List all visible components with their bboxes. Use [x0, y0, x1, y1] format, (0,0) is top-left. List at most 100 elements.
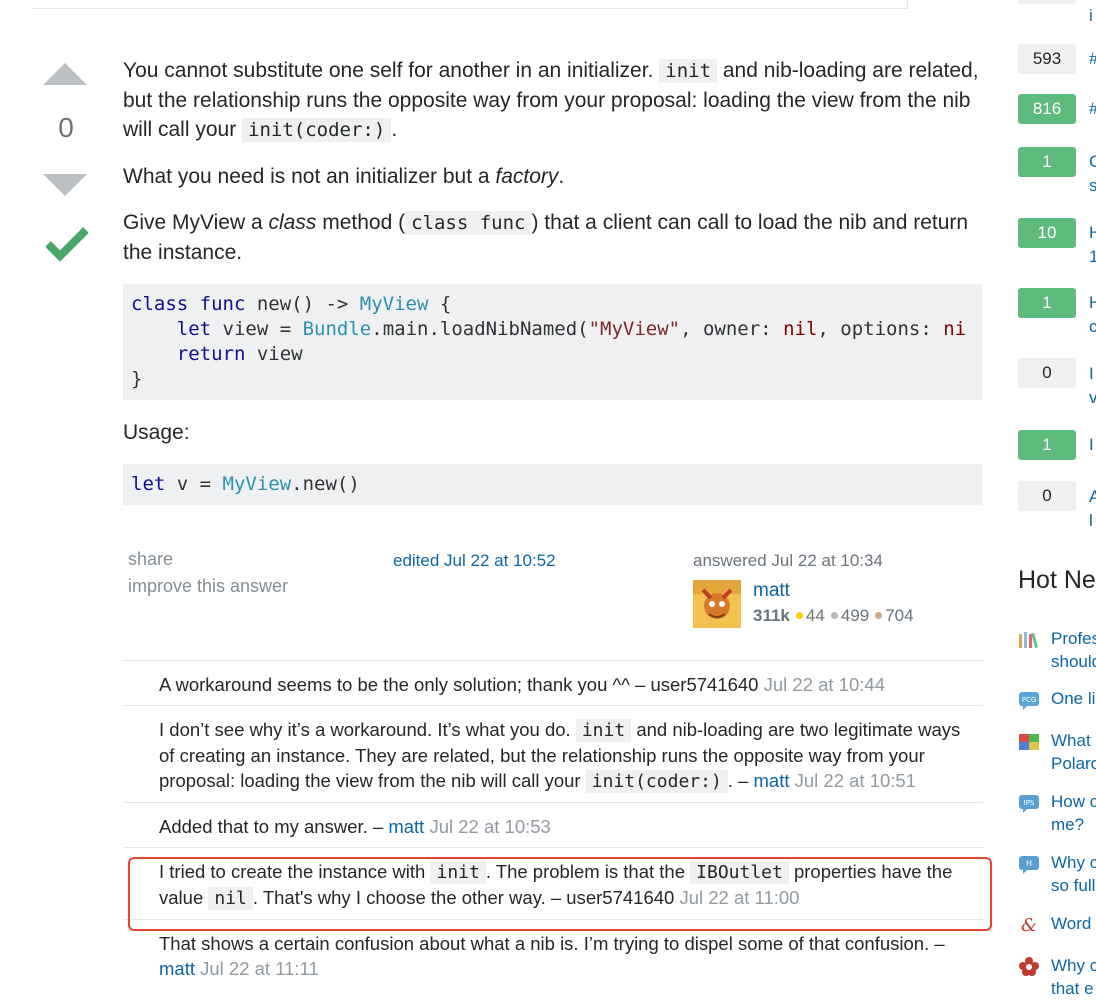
comment-user-link[interactable]: user5741640 — [650, 674, 758, 695]
inline-code: init — [575, 719, 632, 742]
comment-date[interactable]: Jul 22 at 10:53 — [429, 816, 550, 837]
hot-question-link[interactable]: Word — [1051, 912, 1096, 935]
linked-question-link[interactable]: s — [1089, 174, 1096, 198]
linked-question-link[interactable]: H — [1089, 291, 1096, 315]
comment-user-link[interactable]: matt — [388, 816, 424, 837]
comment: A workaround seems to be the only soluti… — [123, 660, 983, 705]
flower-site-icon — [1019, 957, 1039, 976]
code-token: view = — [211, 318, 303, 340]
hot-question-link[interactable]: should — [1051, 650, 1096, 673]
linked-question-link[interactable]: I — [1089, 433, 1096, 457]
text: What you need is not an initializer but … — [123, 165, 490, 188]
code-token: MyView — [222, 473, 292, 495]
answered-timestamp: answered Jul 22 at 10:34 — [693, 551, 883, 570]
linked-score[interactable]: 0 — [1018, 358, 1076, 388]
code-block-usage: let v = MyView.new() — [123, 464, 982, 505]
code-token: ni — [943, 318, 967, 340]
linked-score[interactable]: 0 — [1018, 481, 1076, 511]
answer-body: You cannot substitute one self for anoth… — [123, 56, 983, 523]
user-reputation: 311k 44 499 704 — [753, 606, 914, 626]
post-menu: share improve this answer — [128, 546, 288, 600]
code-token: , options: — [817, 318, 944, 340]
bronze-badge-icon — [875, 612, 883, 620]
hot-question-link[interactable]: What — [1051, 729, 1096, 752]
photo-site-icon — [1019, 734, 1039, 750]
code-token: let — [131, 473, 166, 495]
user-name-link[interactable]: matt — [753, 580, 790, 602]
hot-question-link[interactable]: Why c — [1051, 851, 1096, 874]
hot-question-link[interactable]: me? — [1051, 813, 1096, 836]
bookshelf-site-icon — [1019, 632, 1039, 648]
linked-score[interactable]: 10 — [1018, 218, 1076, 248]
paragraph-3: Give MyView a class method (class func) … — [123, 208, 983, 267]
comment-text: That shows a certain confusion about wha… — [159, 933, 945, 954]
hot-question-link[interactable]: One li — [1051, 687, 1096, 710]
comment-date[interactable]: Jul 22 at 11:11 — [200, 958, 319, 979]
code-token: new() -> — [256, 293, 360, 315]
comment-date[interactable]: Jul 22 at 10:44 — [764, 674, 885, 695]
linked-question-link[interactable]: C — [1089, 150, 1096, 174]
code-token: "MyView" — [588, 318, 681, 340]
comment-date[interactable]: Jul 22 at 10:51 — [795, 770, 916, 791]
hot-question-link[interactable]: that e — [1051, 977, 1096, 1000]
linked-score[interactable]: 816 — [1018, 94, 1076, 124]
hot-question-link[interactable]: Polaro — [1051, 752, 1096, 775]
code-block-factory: class func new() -> MyView { let view = … — [123, 284, 982, 400]
linked-question-link[interactable]: I — [1089, 362, 1096, 386]
code-token: let — [176, 318, 212, 340]
ampersand-site-icon: & — [1021, 915, 1037, 934]
linked-question-link[interactable]: A — [1089, 485, 1096, 509]
edited-link[interactable]: edited Jul 22 at 10:52 — [393, 551, 556, 571]
ips-site-icon: IPS — [1019, 795, 1039, 813]
paragraph-2: What you need is not an initializer but … — [123, 162, 983, 191]
inline-code: init(coder:) — [242, 118, 392, 142]
code-token: Bundle — [302, 318, 372, 340]
pcg-site-icon: PCG — [1019, 692, 1039, 710]
linked-score[interactable]: 593 — [1018, 44, 1076, 74]
linked-question-link[interactable]: H — [1089, 221, 1096, 245]
comment-user-link[interactable]: matt — [159, 958, 195, 979]
comment-text: A workaround seems to be the only soluti… — [159, 674, 646, 695]
code-token: MyView — [359, 293, 429, 315]
code-token: class func — [131, 293, 246, 315]
text: . — [391, 118, 398, 141]
hot-question-link[interactable]: Profes — [1051, 627, 1096, 650]
linked-score[interactable]: 1 — [1018, 430, 1076, 460]
code-token: view — [245, 343, 303, 365]
accepted-checkmark-icon — [46, 227, 88, 262]
comment: I don’t see why it’s a workaround. It’s … — [123, 705, 983, 802]
previous-post-border — [32, 0, 908, 9]
svg-text:H: H — [1026, 859, 1032, 868]
hot-question-link[interactable]: Why c — [1051, 954, 1096, 977]
linked-question-link[interactable]: # — [1089, 47, 1096, 71]
linked-score[interactable]: 1 — [1018, 288, 1076, 318]
emphasis: factory — [495, 165, 559, 188]
linked-score[interactable]: 1 — [1018, 147, 1076, 177]
code-token: .main.loadNibNamed( — [371, 318, 589, 340]
svg-text:PCG: PCG — [1022, 696, 1037, 704]
share-link[interactable]: share — [128, 546, 288, 573]
hot-question-link[interactable]: How c — [1051, 790, 1096, 813]
linked-question-link[interactable]: c — [1089, 315, 1096, 339]
text: method ( — [322, 211, 406, 234]
paragraph-1: You cannot substitute one self for anoth… — [123, 56, 983, 145]
highlight-box — [128, 857, 992, 931]
comment-text: I don’t see why it’s a workaround. It’s … — [159, 719, 571, 740]
linked-question-link[interactable]: 1 — [1089, 245, 1096, 269]
linked-question-link[interactable]: i — [1089, 4, 1096, 28]
user-avatar[interactable] — [693, 580, 741, 628]
downvote-arrow-icon[interactable] — [43, 174, 87, 196]
silver-badge-icon — [830, 612, 838, 620]
linked-score[interactable] — [1018, 0, 1076, 4]
hinduism-site-icon: H — [1019, 856, 1039, 874]
hot-question-link[interactable]: so full — [1051, 874, 1096, 897]
gold-badge-count: 44 — [805, 606, 825, 625]
linked-question-link[interactable]: # — [1089, 97, 1096, 121]
bronze-badge-count: 704 — [885, 606, 914, 625]
comments-list: A workaround seems to be the only soluti… — [123, 660, 983, 989]
comment-user-link[interactable]: matt — [754, 770, 790, 791]
linked-question-link[interactable]: l — [1089, 509, 1096, 533]
improve-answer-link[interactable]: improve this answer — [128, 573, 288, 600]
linked-question-link[interactable]: v — [1089, 386, 1096, 410]
upvote-arrow-icon[interactable] — [43, 63, 87, 85]
